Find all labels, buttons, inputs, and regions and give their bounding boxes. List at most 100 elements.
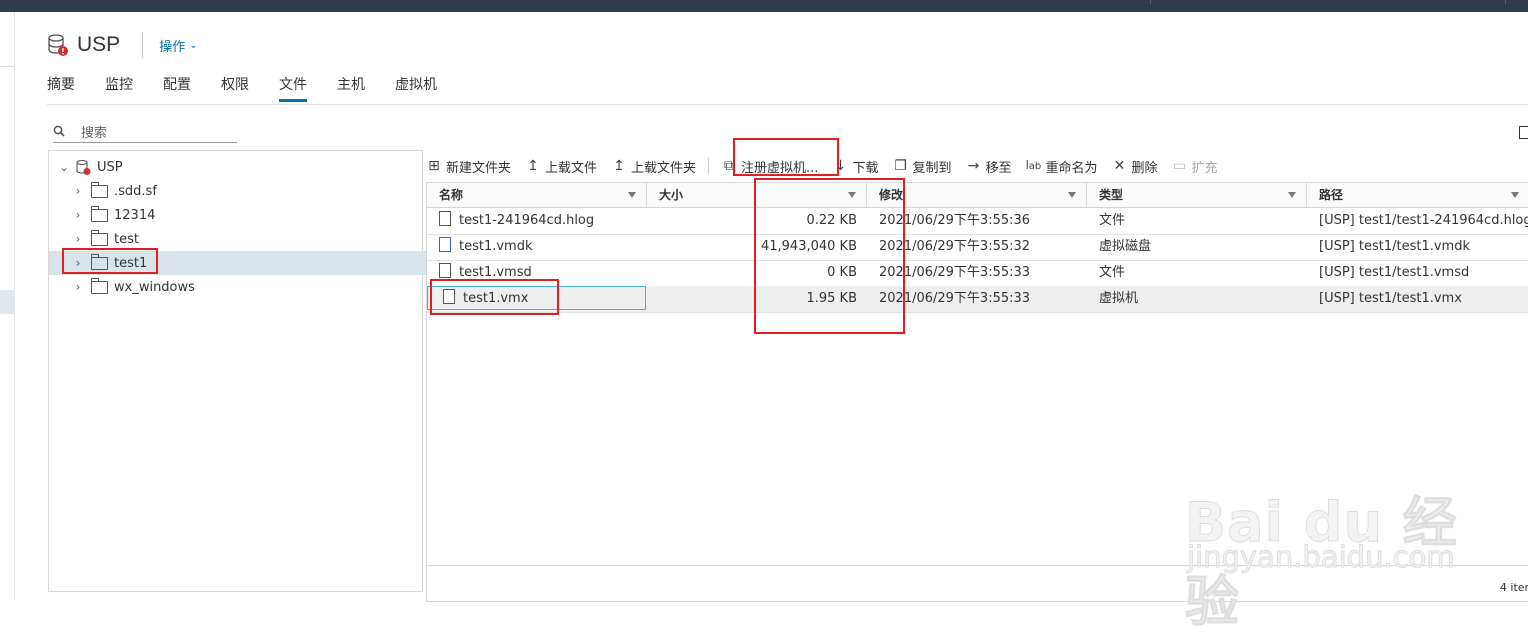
item-count: 4 items <box>1499 581 1528 594</box>
main-content: USP 操作 ⌄ 摘要 监控 配置 权限 文件 主机 虚拟机 搜索 ⌄ USP … <box>15 12 1528 634</box>
tab-monitor[interactable]: 监控 <box>105 74 133 102</box>
table-row[interactable]: test1-241964cd.hlog 0.22 KB 2021/06/29下午… <box>427 208 1528 235</box>
tree-item-label: wx_windows <box>114 279 195 295</box>
navigator-selected-item[interactable] <box>0 290 14 314</box>
cell-size: 0 KB <box>827 265 857 280</box>
tab-hosts[interactable]: 主机 <box>337 74 365 102</box>
column-header-name[interactable]: 名称 <box>427 183 647 207</box>
filter-icon[interactable] <box>1288 192 1296 198</box>
chevron-right-icon[interactable]: › <box>71 232 85 246</box>
filter-icon[interactable] <box>628 192 636 198</box>
cell-path: [USP] test1/test1-241964cd.hlog <box>1319 213 1528 228</box>
upload-file-button[interactable]: ↥ 上载文件 <box>525 157 597 176</box>
top-navigation-bar <box>0 0 1528 12</box>
panel-toggle-icon[interactable] <box>1519 126 1528 139</box>
datastore-alert-icon <box>47 33 69 57</box>
move-to-label: 移至 <box>985 160 1012 176</box>
datagrid-header: 名称 大小 修改 类型 路径 <box>427 183 1528 208</box>
tabs-divider <box>47 104 1528 105</box>
download-button[interactable]: ↓ 下载 <box>832 157 879 176</box>
tab-summary[interactable]: 摘要 <box>47 74 75 102</box>
datagrid-footer: 4 items <box>427 565 1528 602</box>
tab-vms[interactable]: 虚拟机 <box>395 74 437 102</box>
upload-folder-button[interactable]: ↥ 上载文件夹 <box>611 157 696 176</box>
cell-type: 文件 <box>1099 265 1126 280</box>
inflate-button[interactable]: ▭ 扩充 <box>1172 157 1218 176</box>
cell-path: [USP] test1/test1.vmdk <box>1319 239 1471 254</box>
register-vm-button[interactable]: ⧉ 注册虚拟机... <box>721 157 818 176</box>
filter-icon[interactable] <box>1511 192 1519 198</box>
inflate-icon: ▭ <box>1172 158 1187 174</box>
cell-modified: 2021/06/29下午3:55:36 <box>879 213 1031 228</box>
cell-path: [USP] test1/test1.vmx <box>1319 291 1462 306</box>
inflate-label: 扩充 <box>1191 160 1218 176</box>
chevron-right-icon[interactable]: › <box>71 184 85 198</box>
rename-label: 重命名为 <box>1045 160 1098 176</box>
object-tabs: 摘要 监控 配置 权限 文件 主机 虚拟机 <box>47 74 467 104</box>
search-placeholder: 搜索 <box>81 125 108 141</box>
new-folder-button[interactable]: ⊞ 新建文件夹 <box>426 157 511 176</box>
object-header: USP 操作 ⌄ <box>47 30 198 60</box>
tree-item-label: test1 <box>114 255 148 271</box>
new-folder-icon: ⊞ <box>428 158 440 174</box>
toolbar-divider <box>708 158 710 174</box>
tree-root-label: USP <box>97 159 123 175</box>
folder-icon <box>91 253 108 270</box>
column-header-type[interactable]: 类型 <box>1087 183 1307 207</box>
column-header-modified[interactable]: 修改 <box>867 183 1087 207</box>
chevron-right-icon[interactable]: › <box>71 256 85 270</box>
new-folder-label: 新建文件夹 <box>446 160 512 176</box>
rename-button[interactable]: ꟾab 重命名为 <box>1026 157 1098 176</box>
tree-item-label: test <box>114 231 139 247</box>
arrow-right-icon: → <box>967 158 980 174</box>
delete-button[interactable]: ✕ 删除 <box>1112 157 1158 176</box>
tree-item-sdd-sf[interactable]: › .sdd.sf <box>49 179 444 203</box>
column-path-label: 路径 <box>1319 188 1344 202</box>
tree-item-test1[interactable]: › test1 <box>49 251 444 275</box>
file-name: test1.vmdk <box>459 239 533 254</box>
chevron-right-icon[interactable]: › <box>71 208 85 222</box>
left-navigator-rail <box>0 12 15 600</box>
delete-label: 删除 <box>1131 160 1158 176</box>
folder-icon <box>91 205 108 222</box>
page-title: USP <box>77 33 121 56</box>
file-name: test1.vmx <box>463 291 529 306</box>
chevron-down-icon: ⌄ <box>189 39 198 51</box>
vm-file-icon <box>443 289 455 304</box>
tab-permissions[interactable]: 权限 <box>221 74 249 102</box>
tree-item-test[interactable]: › test <box>49 227 444 251</box>
chevron-down-icon[interactable]: ⌄ <box>57 160 71 174</box>
table-row-selected[interactable]: test1.vmx 1.95 KB 2021/06/29下午3:55:33 虚拟… <box>427 286 1528 313</box>
column-size-label: 大小 <box>659 188 684 202</box>
table-row[interactable]: test1.vmdk 41,943,040 KB 2021/06/29下午3:5… <box>427 234 1528 261</box>
copy-icon: ❐ <box>894 158 907 174</box>
copy-to-button[interactable]: ❐ 复制到 <box>892 157 951 176</box>
column-header-path[interactable]: 路径 <box>1307 183 1528 207</box>
folder-tree: ⌄ USP › .sdd.sf › 12314 › test › test1 ›… <box>48 150 444 592</box>
cell-name: test1.vmx <box>427 286 647 312</box>
tab-files[interactable]: 文件 <box>279 74 307 102</box>
cell-path: [USP] test1/test1.vmsd <box>1319 265 1470 280</box>
register-vm-icon: ⧉ <box>724 158 735 174</box>
chevron-right-icon[interactable]: › <box>71 280 85 294</box>
move-to-button[interactable]: → 移至 <box>965 157 1012 176</box>
register-vm-label: 注册虚拟机... <box>741 160 819 176</box>
column-name-label: 名称 <box>439 188 464 202</box>
search-icon <box>53 122 69 141</box>
cell-name: test1-241964cd.hlog <box>427 208 647 234</box>
table-row[interactable]: test1.vmsd 0 KB 2021/06/29下午3:55:33 文件 [… <box>427 260 1528 287</box>
column-header-size[interactable]: 大小 <box>647 183 867 207</box>
filter-icon[interactable] <box>848 192 856 198</box>
folder-icon <box>91 277 108 294</box>
tree-item-12314[interactable]: › 12314 <box>49 203 444 227</box>
tree-item-wx-windows[interactable]: › wx_windows <box>49 275 444 299</box>
tab-configure[interactable]: 配置 <box>163 74 191 102</box>
cell-type: 虚拟机 <box>1099 291 1139 306</box>
actions-menu[interactable]: 操作 ⌄ <box>159 36 197 55</box>
tree-root[interactable]: ⌄ USP <box>49 155 430 179</box>
folder-icon <box>91 229 108 246</box>
search-input[interactable]: 搜索 <box>53 120 237 143</box>
filter-icon[interactable] <box>1068 192 1076 198</box>
download-label: 下载 <box>852 160 879 176</box>
virtual-disk-icon <box>439 237 451 252</box>
